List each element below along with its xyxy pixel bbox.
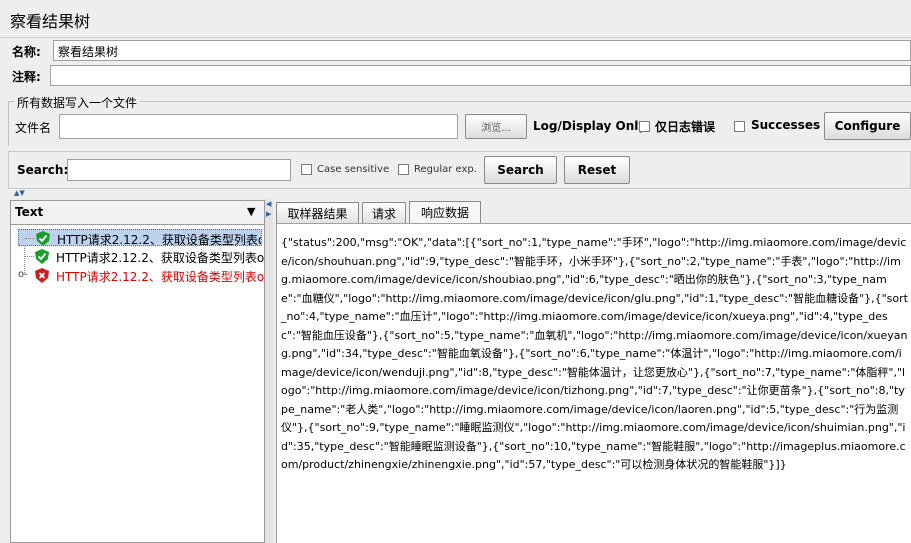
renderer-select-value: Text [15,205,44,219]
regex-checkbox[interactable] [398,164,409,175]
name-label: 名称: [12,45,41,59]
log-display-label: Log/Display Only: [533,119,651,133]
tab-request[interactable]: 请求 [362,202,406,223]
response-body-text: {"status":200,"msg":"OK","data":[{"sort_… [281,236,908,471]
tree-item-label: HTTP请求2.12.2、获取设备类型列表ok [57,233,262,246]
title-divider [0,37,911,38]
case-sensitive-checkbox[interactable] [301,164,312,175]
tab-sampler-result[interactable]: 取样器结果 [276,202,359,223]
browse-button[interactable]: 浏览... [465,114,527,139]
renderer-select[interactable]: Text ▼ [11,201,264,225]
tree-item-1[interactable]: HTTP请求2.12.2、获取设备类型列表ok [18,229,262,246]
comment-label: 注释: [12,70,41,84]
success-shield-icon [36,231,50,245]
search-button[interactable]: Search [484,156,557,184]
collapse-arrows-icon[interactable]: ▲▼ [14,190,25,197]
error-shield-icon [35,268,49,283]
reset-button[interactable]: Reset [564,156,630,184]
regex-label: Regular exp. [414,164,477,175]
name-field[interactable]: 察看结果树 [53,40,911,61]
tree-item-2[interactable]: HTTP请求2.12.2、获取设备类型列表ok [18,248,268,265]
successes-checkbox[interactable] [734,121,745,132]
search-label: Search: [17,163,69,177]
file-section-title: 所有数据写入一个文件 [14,94,141,111]
splitter-right-arrow-icon[interactable]: ▶ [266,210,271,218]
tab-response-data[interactable]: 响应数据 [409,201,481,223]
tree-item-label: HTTP请求2.12.2、获取设备类型列表ok [56,251,268,265]
tree-connector [24,256,34,258]
page-title: 察看结果树 [10,12,91,31]
response-data-panel[interactable]: {"status":200,"msg":"OK","data":[{"sort_… [276,223,911,543]
errors-only-checkbox[interactable] [639,121,650,132]
tree-expand-icon[interactable]: o- [18,269,28,280]
name-field-value: 察看结果树 [58,45,119,59]
file-name-label: 文件名 [15,121,52,135]
search-input[interactable] [67,159,291,181]
case-sensitive-label: Case sensitive [317,164,390,175]
file-name-field[interactable] [59,114,458,139]
splitter-left-arrow-icon[interactable]: ◀ [266,200,271,208]
errors-only-label: 仅日志错误 [655,120,716,134]
success-shield-icon [35,249,49,264]
successes-label: Successes [751,118,821,132]
tree-item-3[interactable]: o- HTTP请求2.12.2、获取设备类型列表ok [18,267,268,284]
vertical-splitter[interactable]: ◀ ▶ [265,198,273,543]
comment-field[interactable] [50,65,911,86]
chevron-down-icon: ▼ [247,205,256,218]
configure-button[interactable]: Configure [824,112,911,140]
tree-connector [25,238,35,240]
tree-item-label: HTTP请求2.12.2、获取设备类型列表ok [56,270,268,284]
